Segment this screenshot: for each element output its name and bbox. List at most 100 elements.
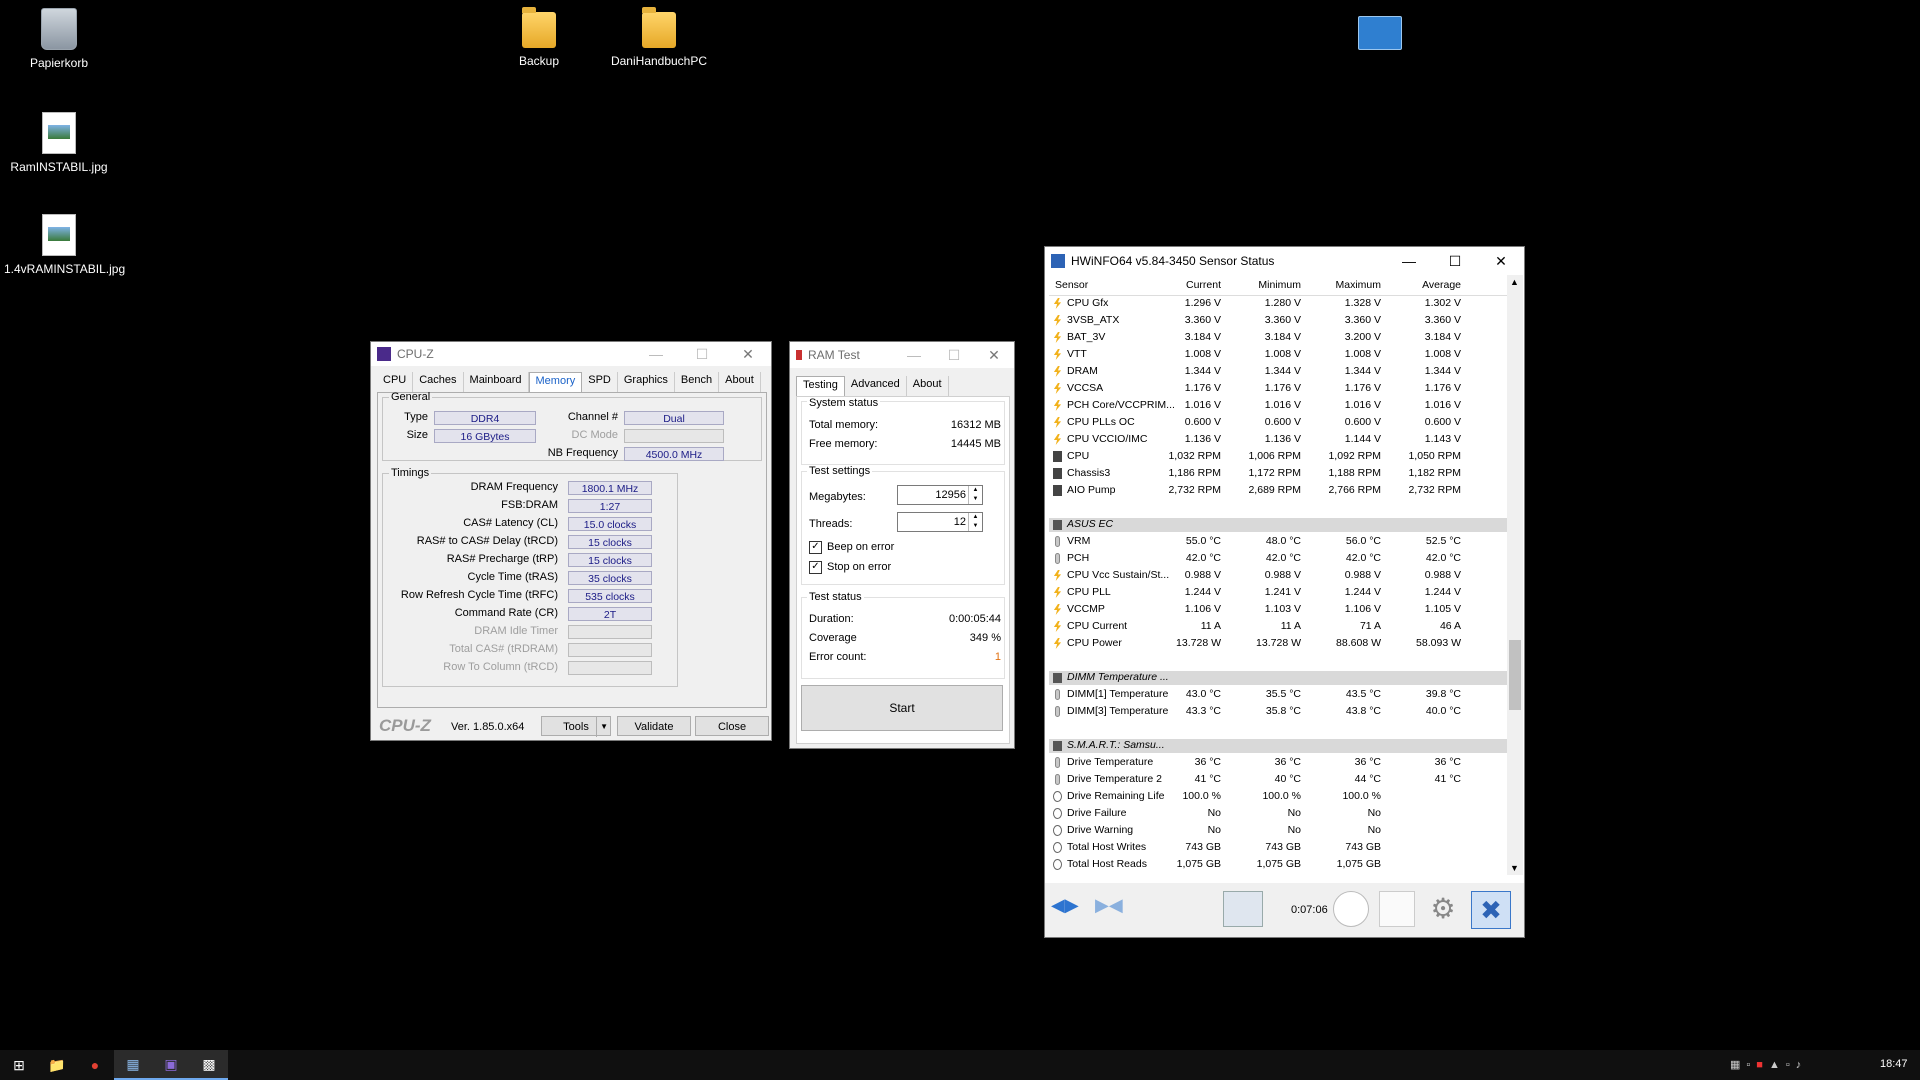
desktop-icon-recycle-bin[interactable]: Papierkorb [4,8,114,70]
tab-about[interactable]: About [907,376,949,396]
desktop-icon-14vraminstabil[interactable]: 1.4vRAMINSTABIL.jpg [4,214,125,276]
minimize-button[interactable]: — [633,346,679,362]
sensor-row[interactable]: Drive Failure No No No [1049,807,1507,821]
tools-button[interactable]: Tools ▼ [541,716,611,737]
col-maximum[interactable]: Maximum [1335,279,1381,291]
close-window-button[interactable]: ✕ [1478,253,1524,270]
tab-bench[interactable]: Bench [675,372,720,392]
spinner-icon[interactable]: ▲ ▼ [968,513,982,531]
sensor-row[interactable]: CPU Gfx 1.296 V 1.280 V 1.328 V 1.302 V [1049,297,1507,311]
hwinfo-titlebar[interactable]: HWiNFO64 v5.84-3450 Sensor Status — ☐ ✕ [1045,247,1524,275]
minimize-button[interactable]: — [1386,253,1432,269]
sensor-average: 1.302 V [1424,297,1461,309]
tab-advanced[interactable]: Advanced [845,376,907,396]
tab-about[interactable]: About [719,372,761,392]
sensor-row[interactable]: AIO Pump 2,732 RPM 2,689 RPM 2,766 RPM 2,732… [1049,484,1507,498]
sensor-group-header[interactable]: DIMM Temperature ... [1049,671,1507,685]
ramtest-titlebar[interactable]: RAM Test — ☐ ✕ [790,342,1014,368]
sensor-row[interactable]: BAT_3V 3.184 V 3.184 V 3.200 V 3.184 V [1049,331,1507,345]
vertical-scrollbar[interactable]: ▲ ▼ [1507,275,1523,875]
sensor-row[interactable]: Drive Temperature 36 °C 36 °C 36 °C 36 °C [1049,756,1507,770]
sensor-row[interactable]: PCH Core/VCCPRIM... 1.016 V 1.016 V 1.016 V… [1049,399,1507,413]
sensor-name: BAT_3V [1067,331,1106,343]
col-average[interactable]: Average [1422,279,1461,291]
sensor-group-header[interactable]: S.M.A.R.T.: Samsu... [1049,739,1507,753]
tray-icons[interactable]: ▦▫■▲▫♪ [1730,1058,1807,1071]
chrome-icon[interactable]: ● [76,1050,114,1080]
file-explorer-icon[interactable]: 📁 [38,1050,76,1080]
minimize-button[interactable]: — [894,347,934,363]
megabytes-input[interactable]: 12956 ▲ ▼ [897,485,983,505]
tab-caches[interactable]: Caches [413,372,464,392]
col-sensor[interactable]: Sensor [1055,279,1088,291]
taskbar-ramtest-icon[interactable]: ▩ [190,1050,228,1080]
sensor-row[interactable]: Drive Remaining Life 100.0 % 100.0 % 100.0 … [1049,790,1507,804]
sensor-row[interactable]: Total Host Reads 1,075 GB 1,075 GB 1,075 GB [1049,858,1507,872]
taskbar-cpuz-icon[interactable]: ▣ [152,1050,190,1080]
sensor-row[interactable]: CPU Power 13.728 W 13.728 W 88.608 W 58.093 … [1049,637,1507,651]
report-icon[interactable] [1379,891,1415,927]
sensor-current: 42.0 °C [1185,552,1221,564]
tab-memory[interactable]: Memory [528,372,583,392]
maximize-button[interactable]: ☐ [1432,253,1478,270]
sensor-row[interactable]: 3VSB_ATX 3.360 V 3.360 V 3.360 V 3.360 V [1049,314,1507,328]
sensor-row[interactable]: CPU PLL 1.244 V 1.241 V 1.244 V 1.244 V [1049,586,1507,600]
validate-button[interactable]: Validate [617,716,691,736]
sensor-name: VRM [1067,535,1091,547]
sensor-row[interactable]: CPU VCCIO/IMC 1.136 V 1.136 V 1.144 V 1.143 … [1049,433,1507,447]
beep-checkbox[interactable]: ✓ [809,541,822,554]
tab-testing[interactable]: Testing [796,376,845,396]
desktop-icon-label: Papierkorb [29,56,89,70]
sensor-row[interactable]: Drive Temperature 2 41 °C 40 °C 44 °C 41 °C [1049,773,1507,787]
settings-icon[interactable]: ⚙ [1425,891,1461,927]
col-minimum[interactable]: Minimum [1258,279,1301,291]
scroll-down-icon[interactable]: ▼ [1510,863,1519,873]
tab-spd[interactable]: SPD [582,372,618,392]
taskbar-clock[interactable]: 18:47 [1880,1058,1908,1070]
tray-sb-icon[interactable]: ■ [1756,1059,1769,1071]
tab-cpu[interactable]: CPU [377,372,414,392]
maximize-button[interactable]: ☐ [679,346,725,363]
sensor-row[interactable]: CPU 1,032 RPM 1,006 RPM 1,092 RPM 1,050 RPM [1049,450,1507,464]
nav-arrows-icon[interactable]: ◀▶ [1051,895,1085,925]
desktop-icon-danihandbuch-folder[interactable]: DaniHandbuchPC [604,7,714,68]
sensor-row[interactable]: DRAM 1.344 V 1.344 V 1.344 V 1.344 V [1049,365,1507,379]
spinner-icon[interactable]: ▲ ▼ [968,486,982,504]
tab-mainboard[interactable]: Mainboard [464,372,529,392]
sensor-row[interactable]: DIMM[3] Temperature 43.3 °C 35.8 °C 43.8 °C… [1049,705,1507,719]
sensor-row[interactable]: Drive Warning No No No [1049,824,1507,838]
desktop-icon-raminstabil[interactable]: RamINSTABIL.jpg [4,112,114,174]
taskbar-hwinfo-icon[interactable]: ▦ [114,1050,152,1080]
col-current[interactable]: Current [1186,279,1221,291]
sensor-row[interactable]: CPU Current 11 A 11 A 71 A 46 A [1049,620,1507,634]
nav-arrows-alt-icon[interactable]: ▶◀ [1095,895,1129,925]
sensor-row[interactable]: VRM 55.0 °C 48.0 °C 56.0 °C 52.5 °C [1049,535,1507,549]
tab-graphics[interactable]: Graphics [618,372,675,392]
sensor-row[interactable]: Chassis3 1,186 RPM 1,172 RPM 1,188 RPM 1,182… [1049,467,1507,481]
clock-icon[interactable] [1333,891,1369,927]
sensor-row[interactable]: Total Host Writes 743 GB 743 GB 743 GB [1049,841,1507,855]
close-window-button[interactable]: ✕ [725,346,771,363]
close-button[interactable]: Close [695,716,769,736]
sensor-row[interactable]: VCCSA 1.176 V 1.176 V 1.176 V 1.176 V [1049,382,1507,396]
sensor-row[interactable]: CPU Vcc Sustain/St... 0.988 V 0.988 V 0.988… [1049,569,1507,583]
start-button[interactable]: Start [801,685,1003,731]
close-sensors-button[interactable]: ✖ [1471,891,1511,929]
network-icon[interactable] [1223,891,1263,927]
maximize-button[interactable]: ☐ [934,347,974,364]
sensor-group-header[interactable]: ASUS EC [1049,518,1507,532]
close-window-button[interactable]: ✕ [974,347,1014,364]
scrollbar-thumb[interactable] [1509,640,1521,710]
start-button[interactable]: ⊞ [0,1050,38,1080]
cpuz-titlebar[interactable]: CPU-Z — ☐ ✕ [371,342,771,366]
stop-checkbox[interactable]: ✓ [809,561,822,574]
threads-input[interactable]: 12 ▲ ▼ [897,512,983,532]
sensor-row[interactable]: VTT 1.008 V 1.008 V 1.008 V 1.008 V [1049,348,1507,362]
scroll-up-icon[interactable]: ▲ [1510,277,1519,287]
sensor-row[interactable]: PCH 42.0 °C 42.0 °C 42.0 °C 42.0 °C [1049,552,1507,566]
sensor-row[interactable]: CPU PLLs OC 0.600 V 0.600 V 0.600 V 0.600 V [1049,416,1507,430]
desktop-app-icon[interactable] [1358,16,1402,50]
sensor-row[interactable]: VCCMP 1.106 V 1.103 V 1.106 V 1.105 V [1049,603,1507,617]
desktop-icon-backup-folder[interactable]: Backup [484,7,594,68]
sensor-row[interactable]: DIMM[1] Temperature 43.0 °C 35.5 °C 43.5 °C… [1049,688,1507,702]
